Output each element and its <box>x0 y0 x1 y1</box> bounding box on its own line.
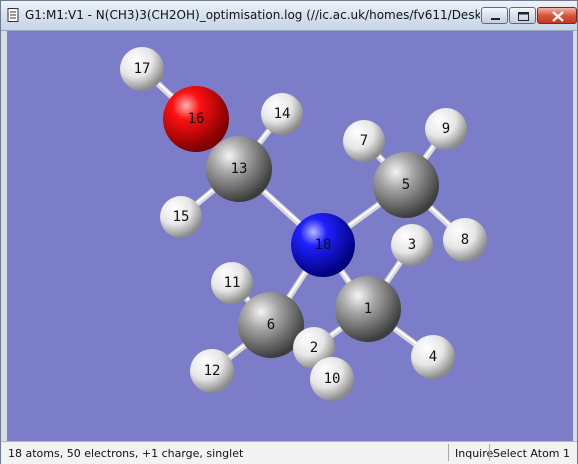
title-bar[interactable]: G1:M1:V1 - N(CH3)3(CH2OH)_optimisation.l… <box>1 1 577 31</box>
atom-label: 4 <box>429 349 437 365</box>
atom-label: 13 <box>231 161 248 177</box>
atom-label: 5 <box>402 177 410 193</box>
atom-label: 8 <box>461 232 469 248</box>
window-title: G1:M1:V1 - N(CH3)3(CH2OH)_optimisation.l… <box>25 8 480 22</box>
atom-label: 1 <box>364 301 372 317</box>
atom-label: 15 <box>173 209 190 225</box>
document-icon[interactable] <box>6 8 20 22</box>
atom-label: 10 <box>324 371 341 387</box>
minimize-button[interactable] <box>481 7 508 24</box>
atom-9-hydrogen[interactable]: 9 <box>425 108 467 150</box>
atom-15-hydrogen[interactable]: 15 <box>160 196 202 238</box>
atom-label: 7 <box>360 133 368 149</box>
close-icon <box>552 11 564 22</box>
atom-11-hydrogen[interactable]: 11 <box>211 262 253 304</box>
gaussview-window: G1:M1:V1 - N(CH3)3(CH2OH)_optimisation.l… <box>0 0 578 464</box>
atom-12-hydrogen[interactable]: 12 <box>190 349 234 393</box>
atom-3-hydrogen[interactable]: 3 <box>391 224 433 266</box>
molecule-viewport[interactable]: 17 16 14 9 7 13 15 5 8 18 3 11 6 1 2 4 12 10 <box>7 31 573 441</box>
maximize-button[interactable] <box>509 7 536 24</box>
molecule-summary: 18 atoms, 50 electrons, +1 charge, singl… <box>8 447 244 460</box>
atom-13-carbon[interactable]: 13 <box>206 136 272 202</box>
mouse-mode: Inquire <box>455 447 494 460</box>
atom-label: 12 <box>204 363 221 379</box>
atom-label: 14 <box>274 106 291 122</box>
atom-label: 3 <box>408 237 416 253</box>
mouse-action: Select Atom 1 <box>493 447 571 460</box>
close-button[interactable] <box>537 7 577 24</box>
atom-label: 17 <box>134 61 151 77</box>
atom-7-hydrogen[interactable]: 7 <box>343 120 385 162</box>
atom-label: 9 <box>442 121 450 137</box>
atom-4-hydrogen[interactable]: 4 <box>411 335 455 379</box>
atom-16-oxygen[interactable]: 16 <box>163 86 229 152</box>
atom-5-carbon[interactable]: 5 <box>373 152 439 218</box>
atom-label: 11 <box>224 275 241 291</box>
status-bar: 18 atoms, 50 electrons, +1 charge, singl… <box>1 441 577 464</box>
atom-17-hydrogen[interactable]: 17 <box>120 47 164 91</box>
atom-18-nitrogen[interactable]: 18 <box>291 213 355 277</box>
status-divider <box>448 444 449 461</box>
atom-label: 16 <box>188 111 205 127</box>
minimize-icon <box>491 18 500 20</box>
atom-10-hydrogen[interactable]: 10 <box>310 357 354 401</box>
atom-label: 2 <box>310 340 318 356</box>
atom-label: 6 <box>267 317 275 333</box>
molecule-canvas[interactable]: 1716 149713155818 311612412 10 <box>7 31 573 441</box>
atom-8-hydrogen[interactable]: 8 <box>443 218 487 262</box>
status-divider <box>489 444 490 461</box>
atoms-layer: 1716 149713155818 311612412 10 <box>120 47 487 401</box>
atom-label: 18 <box>315 237 332 253</box>
atom-1-carbon[interactable]: 1 <box>335 276 401 342</box>
maximize-icon <box>518 12 529 21</box>
atom-14-hydrogen[interactable]: 14 <box>261 93 303 135</box>
